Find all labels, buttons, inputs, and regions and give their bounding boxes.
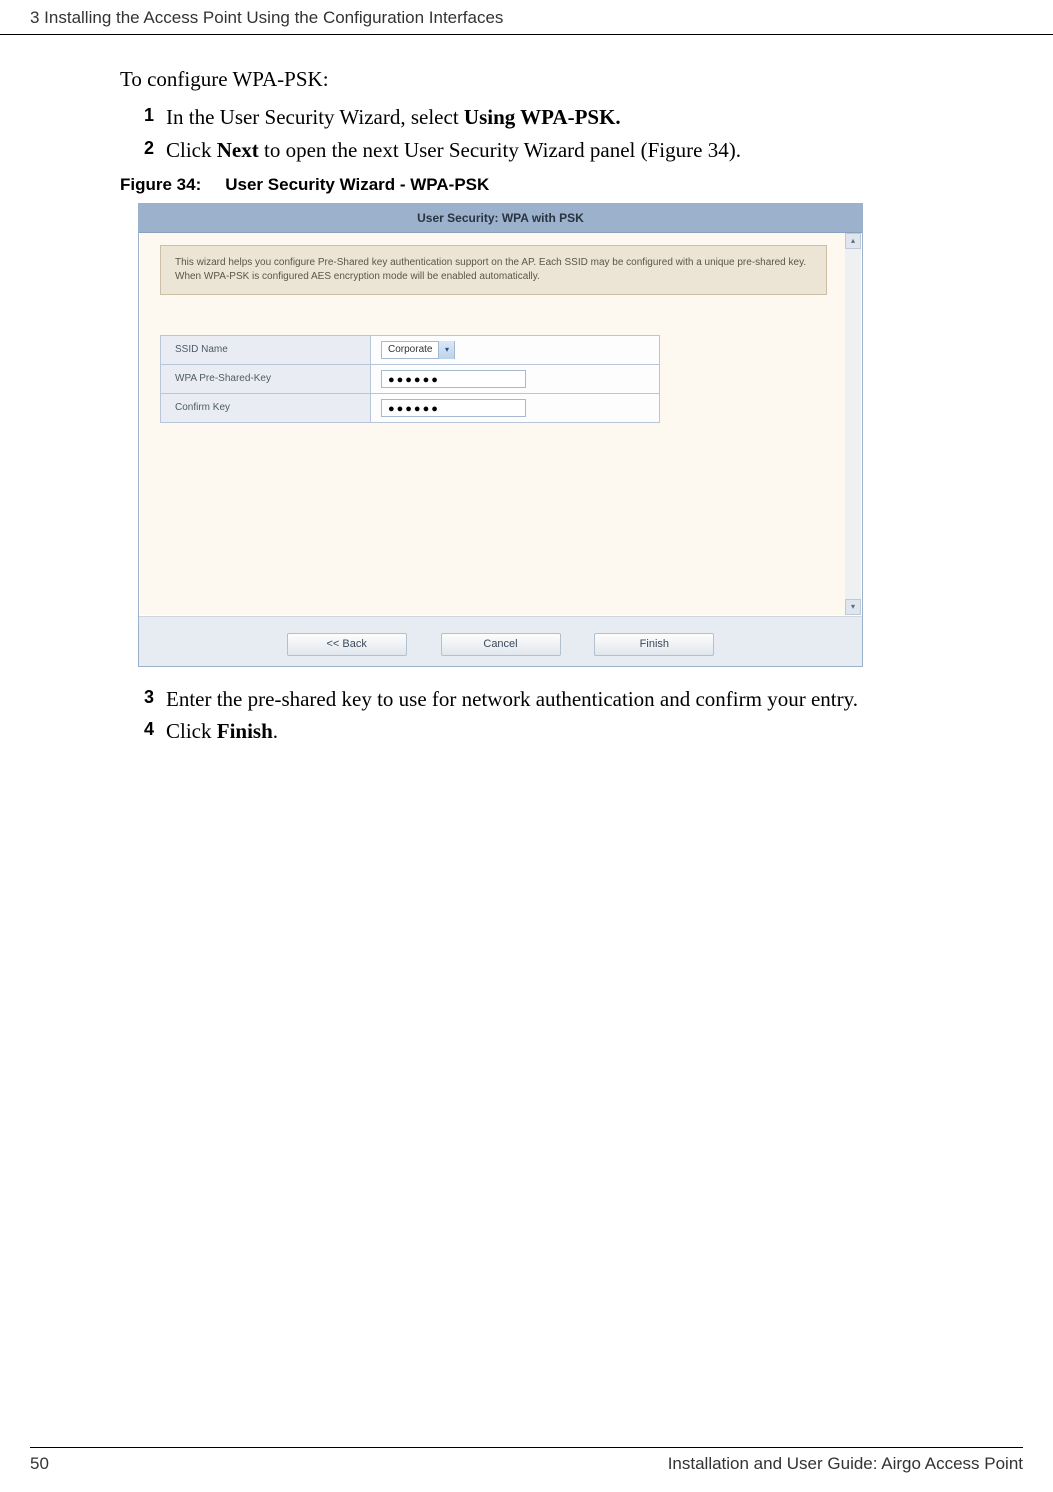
step-text-post: .	[273, 719, 278, 743]
step-item: 1 In the User Security Wizard, select Us…	[144, 103, 993, 131]
table-row: WPA Pre-Shared-Key ●●●●●●	[161, 365, 660, 394]
page-footer: 50 Installation and User Guide: Airgo Ac…	[30, 1447, 1023, 1474]
wizard-body: ▴ ▾ This wizard helps you configure Pre-…	[139, 233, 862, 616]
step-text-pre: Enter the pre-shared key to use for netw…	[166, 687, 858, 711]
step-item: 3 Enter the pre-shared key to use for ne…	[144, 685, 993, 713]
figure-title: User Security Wizard - WPA-PSK	[225, 175, 489, 194]
wizard-screenshot: User Security: WPA with PSK ▴ ▾ This wiz…	[138, 203, 863, 667]
step-text-pre: Click	[166, 138, 217, 162]
table-row: SSID Name Corporate ▾	[161, 336, 660, 365]
ssid-label: SSID Name	[161, 336, 371, 365]
table-row: Confirm Key ●●●●●●	[161, 394, 660, 423]
wizard-scrollbar[interactable]: ▴ ▾	[845, 233, 861, 615]
step-text-pre: Click	[166, 719, 217, 743]
intro-text: To configure WPA-PSK:	[120, 65, 993, 93]
step-text-post: to open the next User Security Wizard pa…	[259, 138, 741, 162]
step-text-bold: Using WPA-PSK.	[464, 105, 621, 129]
finish-button[interactable]: Finish	[594, 633, 714, 656]
step-item: 4 Click Finish.	[144, 717, 993, 745]
step-text-bold: Next	[217, 138, 259, 162]
ssid-select-value: Corporate	[388, 343, 432, 357]
wizard-spacer	[160, 423, 827, 603]
wizard-footer: << Back Cancel Finish	[139, 616, 862, 666]
chevron-down-icon[interactable]: ▾	[438, 341, 454, 359]
chapter-title: 3 Installing the Access Point Using the …	[30, 8, 503, 27]
ssid-select[interactable]: Corporate ▾	[381, 341, 455, 359]
page-header: 3 Installing the Access Point Using the …	[0, 0, 1053, 35]
steps-list-top: 1 In the User Security Wizard, select Us…	[120, 103, 993, 164]
step-number: 2	[144, 136, 154, 160]
step-number: 1	[144, 103, 154, 127]
figure-caption: Figure 34: User Security Wizard - WPA-PSK	[120, 174, 993, 197]
footer-title: Installation and User Guide: Airgo Acces…	[668, 1454, 1023, 1474]
step-text-bold: Finish	[217, 719, 273, 743]
confirm-label: Confirm Key	[161, 394, 371, 423]
wizard-title-bar: User Security: WPA with PSK	[139, 204, 862, 233]
psk-label: WPA Pre-Shared-Key	[161, 365, 371, 394]
step-number: 4	[144, 717, 154, 741]
confirm-input[interactable]: ●●●●●●	[381, 399, 526, 417]
scroll-up-icon[interactable]: ▴	[845, 233, 861, 249]
steps-list-bottom: 3 Enter the pre-shared key to use for ne…	[120, 685, 993, 746]
step-item: 2 Click Next to open the next User Secur…	[144, 136, 993, 164]
page-number: 50	[30, 1454, 49, 1474]
wizard-form-table: SSID Name Corporate ▾ WPA Pre-Shared-Key	[160, 335, 660, 423]
step-number: 3	[144, 685, 154, 709]
wizard-info-box: This wizard helps you configure Pre-Shar…	[160, 245, 827, 295]
back-button[interactable]: << Back	[287, 633, 407, 656]
figure-label: Figure 34:	[120, 175, 201, 194]
cancel-button[interactable]: Cancel	[441, 633, 561, 656]
step-text-pre: In the User Security Wizard, select	[166, 105, 464, 129]
scroll-down-icon[interactable]: ▾	[845, 599, 861, 615]
psk-input[interactable]: ●●●●●●	[381, 370, 526, 388]
